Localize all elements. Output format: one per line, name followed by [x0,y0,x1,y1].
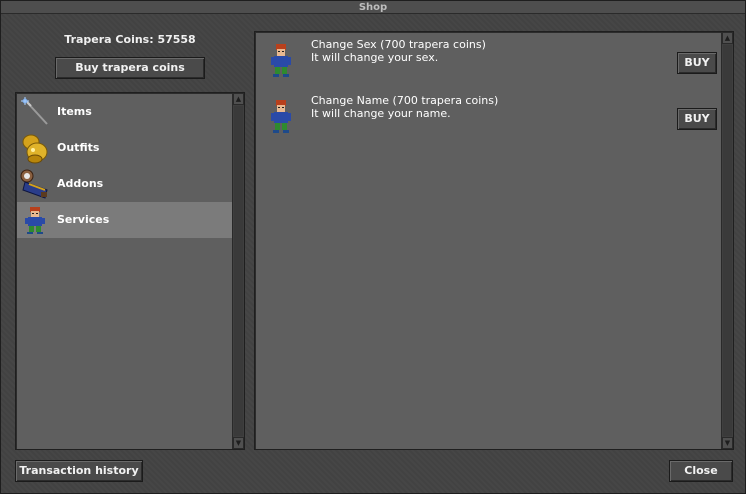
scroll-down-arrow-icon[interactable]: ▼ [722,437,733,449]
offer-title: Change Sex (700 trapera coins) [311,38,486,51]
close-button[interactable]: Close [669,460,733,482]
scroll-track[interactable] [723,45,732,436]
category-label: Outfits [57,141,100,154]
shop-window: Shop Trapera Coins: 57558 Buy trapera co… [0,0,746,494]
buy-coins-button[interactable]: Buy trapera coins [55,57,205,79]
buy-button[interactable]: BUY [677,52,717,74]
character-icon [25,207,45,234]
offer-scrollbar[interactable]: ▲ ▼ [721,32,733,449]
category-scrollbar[interactable]: ▲ ▼ [232,93,244,449]
transaction-history-button[interactable]: Transaction history [15,460,143,482]
buy-button[interactable]: BUY [677,108,717,130]
scroll-down-arrow-icon[interactable]: ▼ [233,437,244,449]
offer-item-change-name: Change Name (700 trapera coins) It will … [261,92,721,142]
gold-armor-icon [22,134,48,164]
category-item-items[interactable]: Items [17,94,233,130]
offer-item-change-sex: Change Sex (700 trapera coins) It will c… [261,36,721,86]
coins-balance: Trapera Coins: 57558 [64,33,196,46]
offer-list: Change Sex (700 trapera coins) It will c… [254,31,734,450]
wand-icon [21,97,48,125]
scroll-track[interactable] [234,106,243,436]
scroll-up-arrow-icon[interactable]: ▲ [233,93,244,105]
category-item-services[interactable]: Services [17,202,233,238]
window-title: Shop [1,1,745,14]
addon-outfit-icon [20,169,48,199]
offer-description: It will change your sex. [311,51,439,64]
offer-title: Change Name (700 trapera coins) [311,94,499,107]
category-item-outfits[interactable]: Outfits [17,130,233,166]
character-icon [271,100,291,133]
scroll-up-arrow-icon[interactable]: ▲ [722,32,733,44]
category-label: Items [57,105,92,118]
category-label: Addons [57,177,104,190]
category-list: Items Outfits Addons Services ▲ ▼ [15,92,245,450]
character-icon [271,44,291,77]
offer-description: It will change your name. [311,107,451,120]
category-label: Services [57,213,110,226]
category-item-addons[interactable]: Addons [17,166,233,202]
